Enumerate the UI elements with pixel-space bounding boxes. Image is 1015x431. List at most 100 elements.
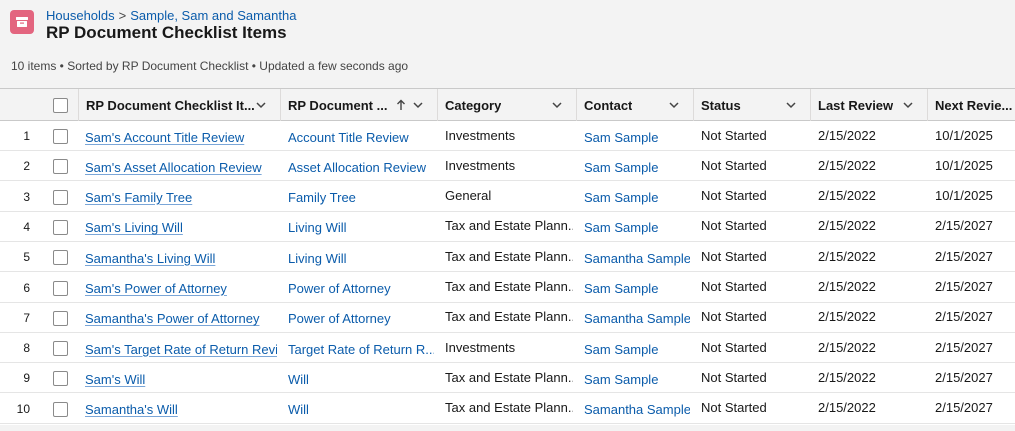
status-cell: Not Started [701, 157, 767, 173]
table-row[interactable]: 1 Sam's Account Title Review Account Title… [0, 121, 1015, 151]
table-row[interactable]: 4 Sam's Living Will Living Will Tax and Est… [0, 212, 1015, 242]
column-header-label: Category [445, 97, 502, 113]
column-header-last-review[interactable]: Last Review [810, 89, 927, 121]
contact-link[interactable]: Samantha Sample [584, 303, 690, 333]
row-number: 10 [16, 401, 30, 416]
last-review-cell: 2/15/2022 [818, 157, 876, 173]
next-review-cell: 2/15/2027 [935, 309, 993, 325]
status-cell: Not Started [701, 218, 767, 234]
next-review-cell: 2/15/2027 [935, 218, 993, 234]
next-review-cell: 10/1/2025 [935, 188, 993, 204]
column-header-status[interactable]: Status [693, 89, 810, 121]
column-header-next-review[interactable]: Next Revie... [927, 89, 1015, 121]
row-checkbox[interactable] [53, 371, 68, 387]
document-link[interactable]: Asset Allocation Review [288, 151, 434, 181]
contact-link[interactable]: Samantha Sample [584, 242, 690, 272]
checklist-item-link[interactable]: Samantha's Will [85, 394, 277, 424]
last-review-cell: 2/15/2022 [818, 218, 876, 234]
table-row[interactable]: 7 Samantha's Power of Attorney Power of At… [0, 303, 1015, 333]
contact-link[interactable]: Sam Sample [584, 273, 690, 303]
row-checkbox[interactable] [53, 250, 68, 266]
contact-link[interactable]: Sam Sample [584, 363, 690, 393]
document-link[interactable]: Will [288, 363, 434, 393]
last-review-cell: 2/15/2022 [818, 279, 876, 294]
contact-link[interactable]: Sam Sample [584, 121, 690, 151]
row-checkbox[interactable] [53, 159, 68, 175]
status-cell: Not Started [701, 127, 767, 143]
row-number: 9 [23, 371, 30, 386]
contact-link[interactable]: Sam Sample [584, 151, 690, 181]
chevron-down-icon[interactable] [784, 98, 798, 112]
chevron-down-icon[interactable] [411, 98, 425, 112]
breadcrumb-separator: > [118, 8, 127, 23]
table-row[interactable]: 8 Sam's Target Rate of Return Revie Target… [0, 333, 1015, 364]
document-link[interactable]: Power of Attorney [288, 273, 434, 303]
contact-link[interactable]: Sam Sample [584, 182, 690, 212]
table-row[interactable]: 5 Samantha's Living Will Living Will Tax an… [0, 242, 1015, 273]
table-row[interactable]: 3 Sam's Family Tree Family Tree General Sam … [0, 182, 1015, 212]
row-checkbox[interactable] [53, 189, 68, 205]
document-link[interactable]: Account Title Review [288, 121, 434, 151]
contact-link[interactable]: Samantha Sample [584, 394, 690, 424]
table-row[interactable]: 10 Samantha's Will Will Tax and Estate Plan… [0, 394, 1015, 424]
column-header-label: Last Review [818, 97, 894, 113]
category-cell: Tax and Estate Plann... [445, 279, 573, 294]
row-checkbox[interactable] [53, 219, 68, 235]
status-cell: Not Started [701, 309, 767, 325]
column-header-label: RP Document ... [288, 97, 388, 113]
status-cell: Not Started [701, 400, 767, 416]
checklist-item-link[interactable]: Sam's Living Will [85, 212, 277, 242]
list-icon [10, 10, 34, 34]
arrow-up-icon[interactable] [395, 98, 407, 112]
document-link[interactable]: Living Will [288, 212, 434, 242]
next-review-cell: 2/15/2027 [935, 248, 993, 264]
column-header-item[interactable]: RP Document Checklist It... [78, 89, 280, 121]
row-checkbox[interactable] [53, 341, 68, 357]
checklist-item-link[interactable]: Sam's Power of Attorney [85, 273, 277, 303]
column-header-label: Status [701, 97, 741, 113]
column-header-category[interactable]: Category [437, 89, 576, 121]
table-footer [0, 425, 1015, 431]
row-number: 4 [23, 219, 30, 234]
row-checkbox[interactable] [53, 129, 68, 144]
chevron-down-icon[interactable] [550, 98, 564, 112]
next-review-cell: 2/15/2027 [935, 279, 993, 294]
checklist-item-link[interactable]: Sam's Account Title Review [85, 121, 277, 151]
chevron-down-icon[interactable] [901, 98, 915, 112]
category-cell: General [445, 188, 492, 204]
checklist-item-link[interactable]: Sam's Will [85, 363, 277, 393]
next-review-cell: 10/1/2025 [935, 157, 993, 173]
table-row[interactable]: 6 Sam's Power of Attorney Power of Attorne… [0, 273, 1015, 303]
chevron-down-icon[interactable] [667, 98, 681, 112]
chevron-down-icon[interactable] [254, 98, 268, 112]
contact-link[interactable]: Sam Sample [584, 333, 690, 363]
checklist-item-link[interactable]: Samantha's Power of Attorney [85, 303, 277, 333]
row-number: 5 [23, 250, 30, 265]
checklist-item-link[interactable]: Sam's Asset Allocation Review [85, 151, 277, 181]
row-checkbox[interactable] [53, 280, 68, 296]
document-link[interactable]: Target Rate of Return R... [288, 333, 434, 363]
breadcrumb-record-link[interactable]: Sample, Sam and Samantha [130, 8, 296, 23]
column-header-document[interactable]: RP Document ... [280, 89, 437, 121]
row-checkbox[interactable] [53, 401, 68, 417]
checklist-item-link[interactable]: Sam's Family Tree [85, 182, 277, 212]
checklist-item-link[interactable]: Samantha's Living Will [85, 242, 277, 272]
column-header-contact[interactable]: Contact [576, 89, 693, 121]
document-link[interactable]: Living Will [288, 242, 434, 272]
row-checkbox[interactable] [53, 310, 68, 326]
list-header: Households > Sample, Sam and Samantha RP D… [0, 0, 1015, 88]
document-link[interactable]: Power of Attorney [288, 303, 434, 333]
next-review-cell: 2/15/2027 [935, 400, 993, 416]
next-review-cell: 2/15/2027 [935, 369, 993, 385]
select-all-checkbox[interactable] [53, 98, 68, 113]
checklist-item-link[interactable]: Sam's Target Rate of Return Revie [85, 333, 277, 363]
breadcrumb-households-link[interactable]: Households [46, 8, 115, 23]
last-review-cell: 2/15/2022 [818, 188, 876, 204]
contact-link[interactable]: Sam Sample [584, 212, 690, 242]
document-link[interactable]: Will [288, 394, 434, 424]
category-cell: Tax and Estate Plann... [445, 309, 573, 325]
table-row[interactable]: 2 Sam's Asset Allocation Review Asset Allo… [0, 151, 1015, 182]
table-row[interactable]: 9 Sam's Will Will Tax and Estate Plann... Sa… [0, 363, 1015, 394]
document-link[interactable]: Family Tree [288, 182, 434, 212]
row-number: 3 [23, 189, 30, 204]
